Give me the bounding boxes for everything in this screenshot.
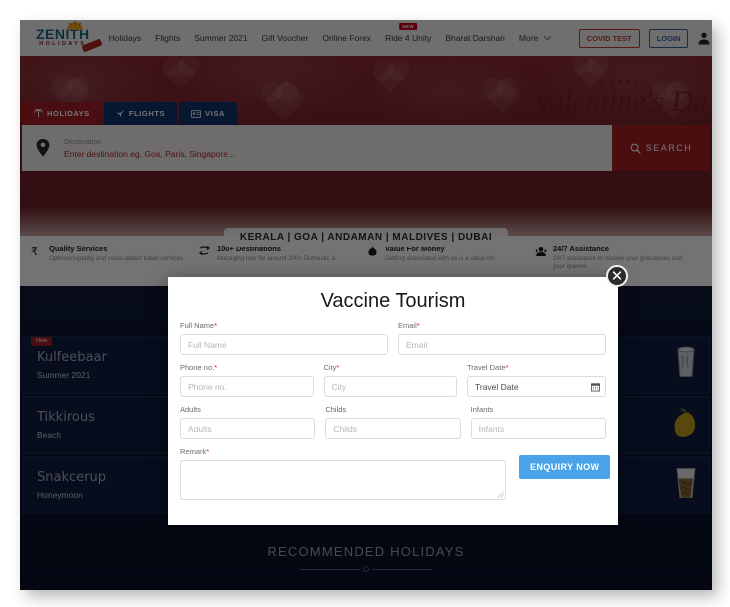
full-name-input[interactable]: Full Name — [180, 334, 388, 355]
calendar-icon[interactable] — [591, 382, 600, 391]
label-text: Phone no. — [180, 363, 215, 372]
field-email: Email* Email — [398, 321, 606, 355]
required-marker: * — [505, 363, 509, 372]
label-text: Full Name — [180, 321, 215, 330]
required-marker: * — [416, 321, 420, 330]
travel-date-input[interactable]: Travel Date — [467, 376, 606, 397]
form-row: Full Name* Full Name Email* Email — [180, 321, 606, 355]
email-input[interactable]: Email — [398, 334, 606, 355]
required-marker: * — [214, 321, 218, 330]
field-label: Travel Date* — [467, 363, 606, 372]
field-remark: Remark* — [180, 447, 506, 500]
enquiry-now-button[interactable]: ENQUIRY NOW — [519, 455, 611, 479]
field-travel-date: Travel Date* Travel Date — [467, 363, 606, 397]
field-infants: Infants Infants — [470, 405, 606, 439]
required-marker: * — [336, 363, 340, 372]
form-row: Remark* ENQUIRY NOW — [180, 447, 611, 500]
infants-input[interactable]: Infants — [470, 418, 606, 439]
modal-title: Vaccine Tourism — [320, 290, 466, 312]
required-marker: * — [206, 447, 210, 456]
phone-input[interactable]: Phone no. — [180, 376, 314, 397]
field-label: Remark* — [180, 447, 506, 456]
field-city: City* City — [323, 363, 458, 397]
browser-page: ZENITH HOLIDAYS Holidays Flights Summer … — [20, 20, 712, 590]
required-marker: * — [214, 363, 218, 372]
label-text: Remark — [180, 447, 207, 456]
label-text: Email — [398, 321, 417, 330]
field-adults: Adults Adults — [180, 405, 316, 439]
field-label: Full Name* — [180, 321, 388, 330]
field-label: Phone no.* — [180, 363, 314, 372]
vaccine-tourism-modal: ✕ Vaccine Tourism Full Name* Full Name E… — [168, 265, 628, 525]
field-label: City* — [324, 363, 458, 372]
resize-grip-icon[interactable] — [497, 491, 504, 498]
city-input[interactable]: City — [323, 376, 457, 397]
childs-input[interactable]: Childs — [325, 418, 461, 439]
field-label: Adults — [180, 405, 201, 414]
field-label: Infants — [470, 405, 494, 414]
field-label: Email* — [398, 321, 606, 330]
close-icon[interactable]: ✕ — [606, 265, 628, 287]
remark-textarea[interactable] — [180, 460, 506, 500]
field-label: Childs — [325, 405, 347, 414]
enquiry-form: Full Name* Full Name Email* Email Phone … — [168, 317, 618, 500]
field-full-name: Full Name* Full Name — [180, 321, 388, 355]
screenshot-root: ZENITH HOLIDAYS Holidays Flights Summer … — [0, 0, 730, 607]
field-phone: Phone no.* Phone no. — [180, 363, 314, 397]
travel-date-wrap: Travel Date — [467, 376, 606, 397]
adults-input[interactable]: Adults — [180, 418, 316, 439]
label-text: Travel Date — [467, 363, 506, 372]
form-row: Adults Adults Childs Childs Infants Infa… — [180, 405, 606, 439]
field-childs: Childs Childs — [325, 405, 461, 439]
form-row: Phone no.* Phone no. City* City Travel D… — [180, 363, 606, 397]
label-text: City — [323, 363, 337, 372]
